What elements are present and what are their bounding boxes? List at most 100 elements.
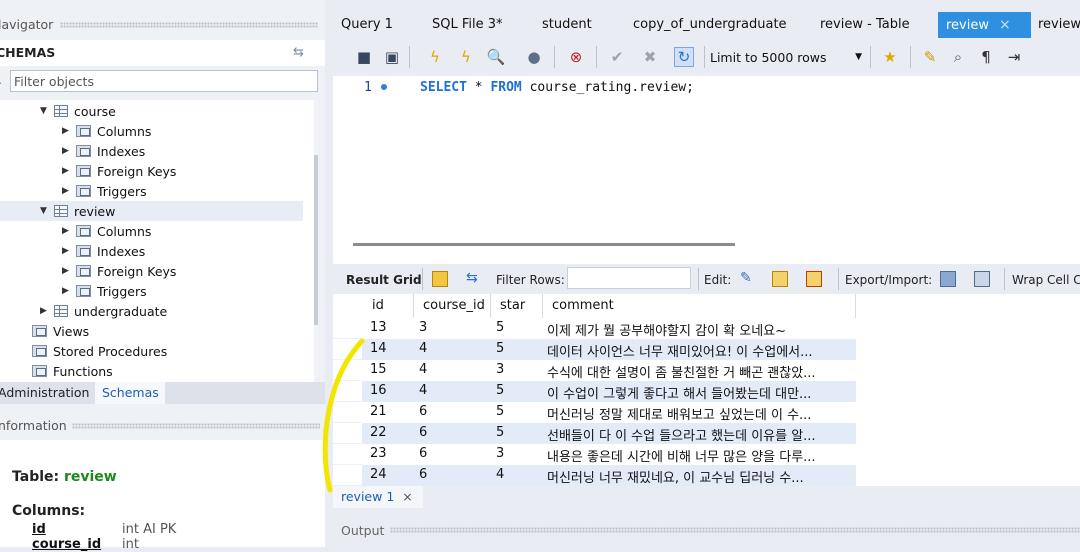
cell-comment[interactable]: 데이터 사이언스 너무 재미있어요! 이 수업에서...: [547, 339, 853, 360]
result-grid-label[interactable]: Result Grid: [346, 273, 422, 287]
filter-objects-input[interactable]: [11, 71, 317, 91]
collapse-triangle-icon[interactable]: ▶: [62, 166, 74, 176]
cell-star[interactable]: 5: [496, 339, 504, 360]
cell-id[interactable]: 23: [370, 444, 387, 465]
cell-star[interactable]: 5: [496, 381, 504, 402]
cell-comment[interactable]: 내용은 좋은데 시간에 비해 너무 많은 양을 다루...: [547, 444, 853, 465]
tab-student[interactable]: student: [542, 12, 592, 38]
expand-triangle-icon[interactable]: ▼: [40, 206, 52, 216]
open-folder-icon[interactable]: ■: [354, 47, 374, 67]
cell-course-id[interactable]: 6: [419, 423, 427, 444]
export-icon[interactable]: [940, 271, 956, 287]
close-icon[interactable]: ×: [999, 17, 1011, 33]
tree-node-functions[interactable]: Functions: [30, 361, 113, 381]
tab-sql-file-3[interactable]: SQL File 3*: [432, 12, 503, 38]
cell-id[interactable]: 15: [370, 360, 387, 381]
tree-node-review[interactable]: ▼ review: [0, 201, 303, 221]
collapse-triangle-icon[interactable]: ▶: [62, 146, 74, 156]
cell-star[interactable]: 3: [496, 360, 504, 381]
cell-course-id[interactable]: 3: [419, 318, 427, 339]
wrap-cell-label[interactable]: Wrap Cell C: [1012, 273, 1080, 287]
invisible-chars-icon[interactable]: ¶: [976, 47, 996, 67]
cell-comment[interactable]: 이제 제가 뭘 공부해야할지 감이 확 오네요~: [547, 318, 853, 339]
sql-editor[interactable]: [333, 76, 1080, 264]
tree-node-stored-procedures[interactable]: Stored Procedures: [30, 341, 167, 361]
column-header-star[interactable]: star: [491, 294, 543, 318]
tree-node-undergraduate[interactable]: ▶ undergraduate: [40, 301, 167, 321]
cell-course-id[interactable]: 6: [419, 402, 427, 423]
cell-star[interactable]: 5: [496, 318, 504, 339]
cell-star[interactable]: 5: [496, 402, 504, 423]
stop-on-error-icon[interactable]: ⊗: [566, 47, 586, 67]
collapse-triangle-icon[interactable]: ▶: [62, 226, 74, 236]
cell-star[interactable]: 5: [496, 423, 504, 444]
cell-id[interactable]: 13: [370, 318, 387, 339]
cell-id[interactable]: 21: [370, 402, 387, 423]
tab-query-1[interactable]: Query 1: [341, 12, 393, 38]
cell-comment[interactable]: 머신러닝 정말 제대로 배워보고 싶었는데 이 수...: [547, 402, 853, 423]
tab-schemas[interactable]: Schemas: [95, 382, 165, 404]
tree-node-indexes[interactable]: ▶ Indexes: [62, 241, 145, 261]
stop-icon[interactable]: ●: [524, 47, 544, 67]
execute-icon[interactable]: ϟ: [425, 47, 445, 67]
edit-row-icon[interactable]: ✎: [740, 270, 756, 286]
cell-course-id[interactable]: 6: [419, 465, 427, 486]
insert-row-icon[interactable]: [772, 271, 788, 287]
collapse-triangle-icon[interactable]: ▶: [62, 126, 74, 136]
collapse-triangle-icon[interactable]: ▶: [62, 186, 74, 196]
refresh-icon[interactable]: ⇆: [293, 45, 304, 60]
expand-triangle-icon[interactable]: ▼: [40, 106, 52, 116]
cell-course-id[interactable]: 4: [419, 381, 427, 402]
add-snippet-icon[interactable]: ★: [880, 47, 900, 67]
rollback-icon[interactable]: ✖: [640, 47, 660, 67]
collapse-triangle-icon[interactable]: ▶: [62, 266, 74, 276]
cell-course-id[interactable]: 4: [419, 360, 427, 381]
grid-view-icon[interactable]: [432, 271, 448, 287]
tree-node-foreign-keys[interactable]: ▶ Foreign Keys: [62, 161, 176, 181]
cell-course-id[interactable]: 4: [419, 339, 427, 360]
word-wrap-icon[interactable]: ⇥: [1004, 47, 1024, 67]
tree-node-indexes[interactable]: ▶ Indexes: [62, 141, 145, 161]
close-icon[interactable]: ×: [402, 489, 412, 504]
tab-review-table[interactable]: review - Table: [820, 12, 910, 38]
chevron-down-icon[interactable]: ▼: [855, 52, 862, 62]
filter-rows-input[interactable]: [567, 267, 691, 289]
tree-node-triggers[interactable]: ▶ Triggers: [62, 181, 147, 201]
tree-node-columns[interactable]: ▶ Columns: [62, 221, 151, 241]
sql-statement[interactable]: SELECT * FROM course_rating.review;: [420, 80, 694, 95]
collapse-triangle-icon[interactable]: ▶: [62, 246, 74, 256]
filter-objects-box[interactable]: [10, 70, 318, 92]
cell-star[interactable]: 3: [496, 444, 504, 465]
column-header-course-id[interactable]: course_id: [414, 294, 491, 318]
cell-id[interactable]: 14: [370, 339, 387, 360]
tree-node-triggers[interactable]: ▶ Triggers: [62, 281, 147, 301]
tab-administration[interactable]: Administration: [0, 385, 89, 400]
cell-star[interactable]: 4: [496, 465, 504, 486]
collapse-triangle-icon[interactable]: ▶: [62, 286, 74, 296]
tab-review[interactable]: review: [1038, 12, 1080, 38]
execute-current-icon[interactable]: ϟ: [456, 47, 476, 67]
cell-course-id[interactable]: 6: [419, 444, 427, 465]
beautify-icon[interactable]: ✎: [920, 47, 940, 67]
cell-comment[interactable]: 수식에 대한 설명이 좀 불친절한 거 빼곤 괜찮았...: [547, 360, 853, 381]
column-header-id[interactable]: id: [362, 294, 414, 318]
commit-icon[interactable]: ✔: [607, 47, 627, 67]
delete-row-icon[interactable]: [806, 271, 822, 287]
cell-comment[interactable]: 머신러닝 너무 재밌네요, 이 교수님 딥러닝 수...: [547, 465, 853, 486]
cell-id[interactable]: 24: [370, 465, 387, 486]
autocommit-icon[interactable]: ↻: [674, 47, 694, 67]
explain-icon[interactable]: 🔍: [486, 47, 506, 67]
refresh-icon[interactable]: ⇆: [466, 270, 482, 286]
cell-id[interactable]: 16: [370, 381, 387, 402]
tree-scrollbar-thumb[interactable]: [314, 155, 318, 325]
import-icon[interactable]: [974, 271, 990, 287]
tree-node-course[interactable]: ▼ course: [40, 101, 116, 121]
cell-id[interactable]: 22: [370, 423, 387, 444]
tab-review-active[interactable]: review ×: [938, 12, 1031, 38]
find-icon[interactable]: ⌕: [948, 47, 968, 67]
collapse-triangle-icon[interactable]: ▶: [40, 306, 52, 316]
cell-comment[interactable]: 이 수업이 그렇게 좋다고 해서 들어봤는데 대만...: [547, 381, 853, 402]
editor-horizontal-scrollbar[interactable]: [353, 243, 735, 246]
cell-comment[interactable]: 선배들이 다 이 수업 들으라고 했는데 이유를 알...: [547, 423, 853, 444]
tree-node-columns[interactable]: ▶ Columns: [62, 121, 151, 141]
